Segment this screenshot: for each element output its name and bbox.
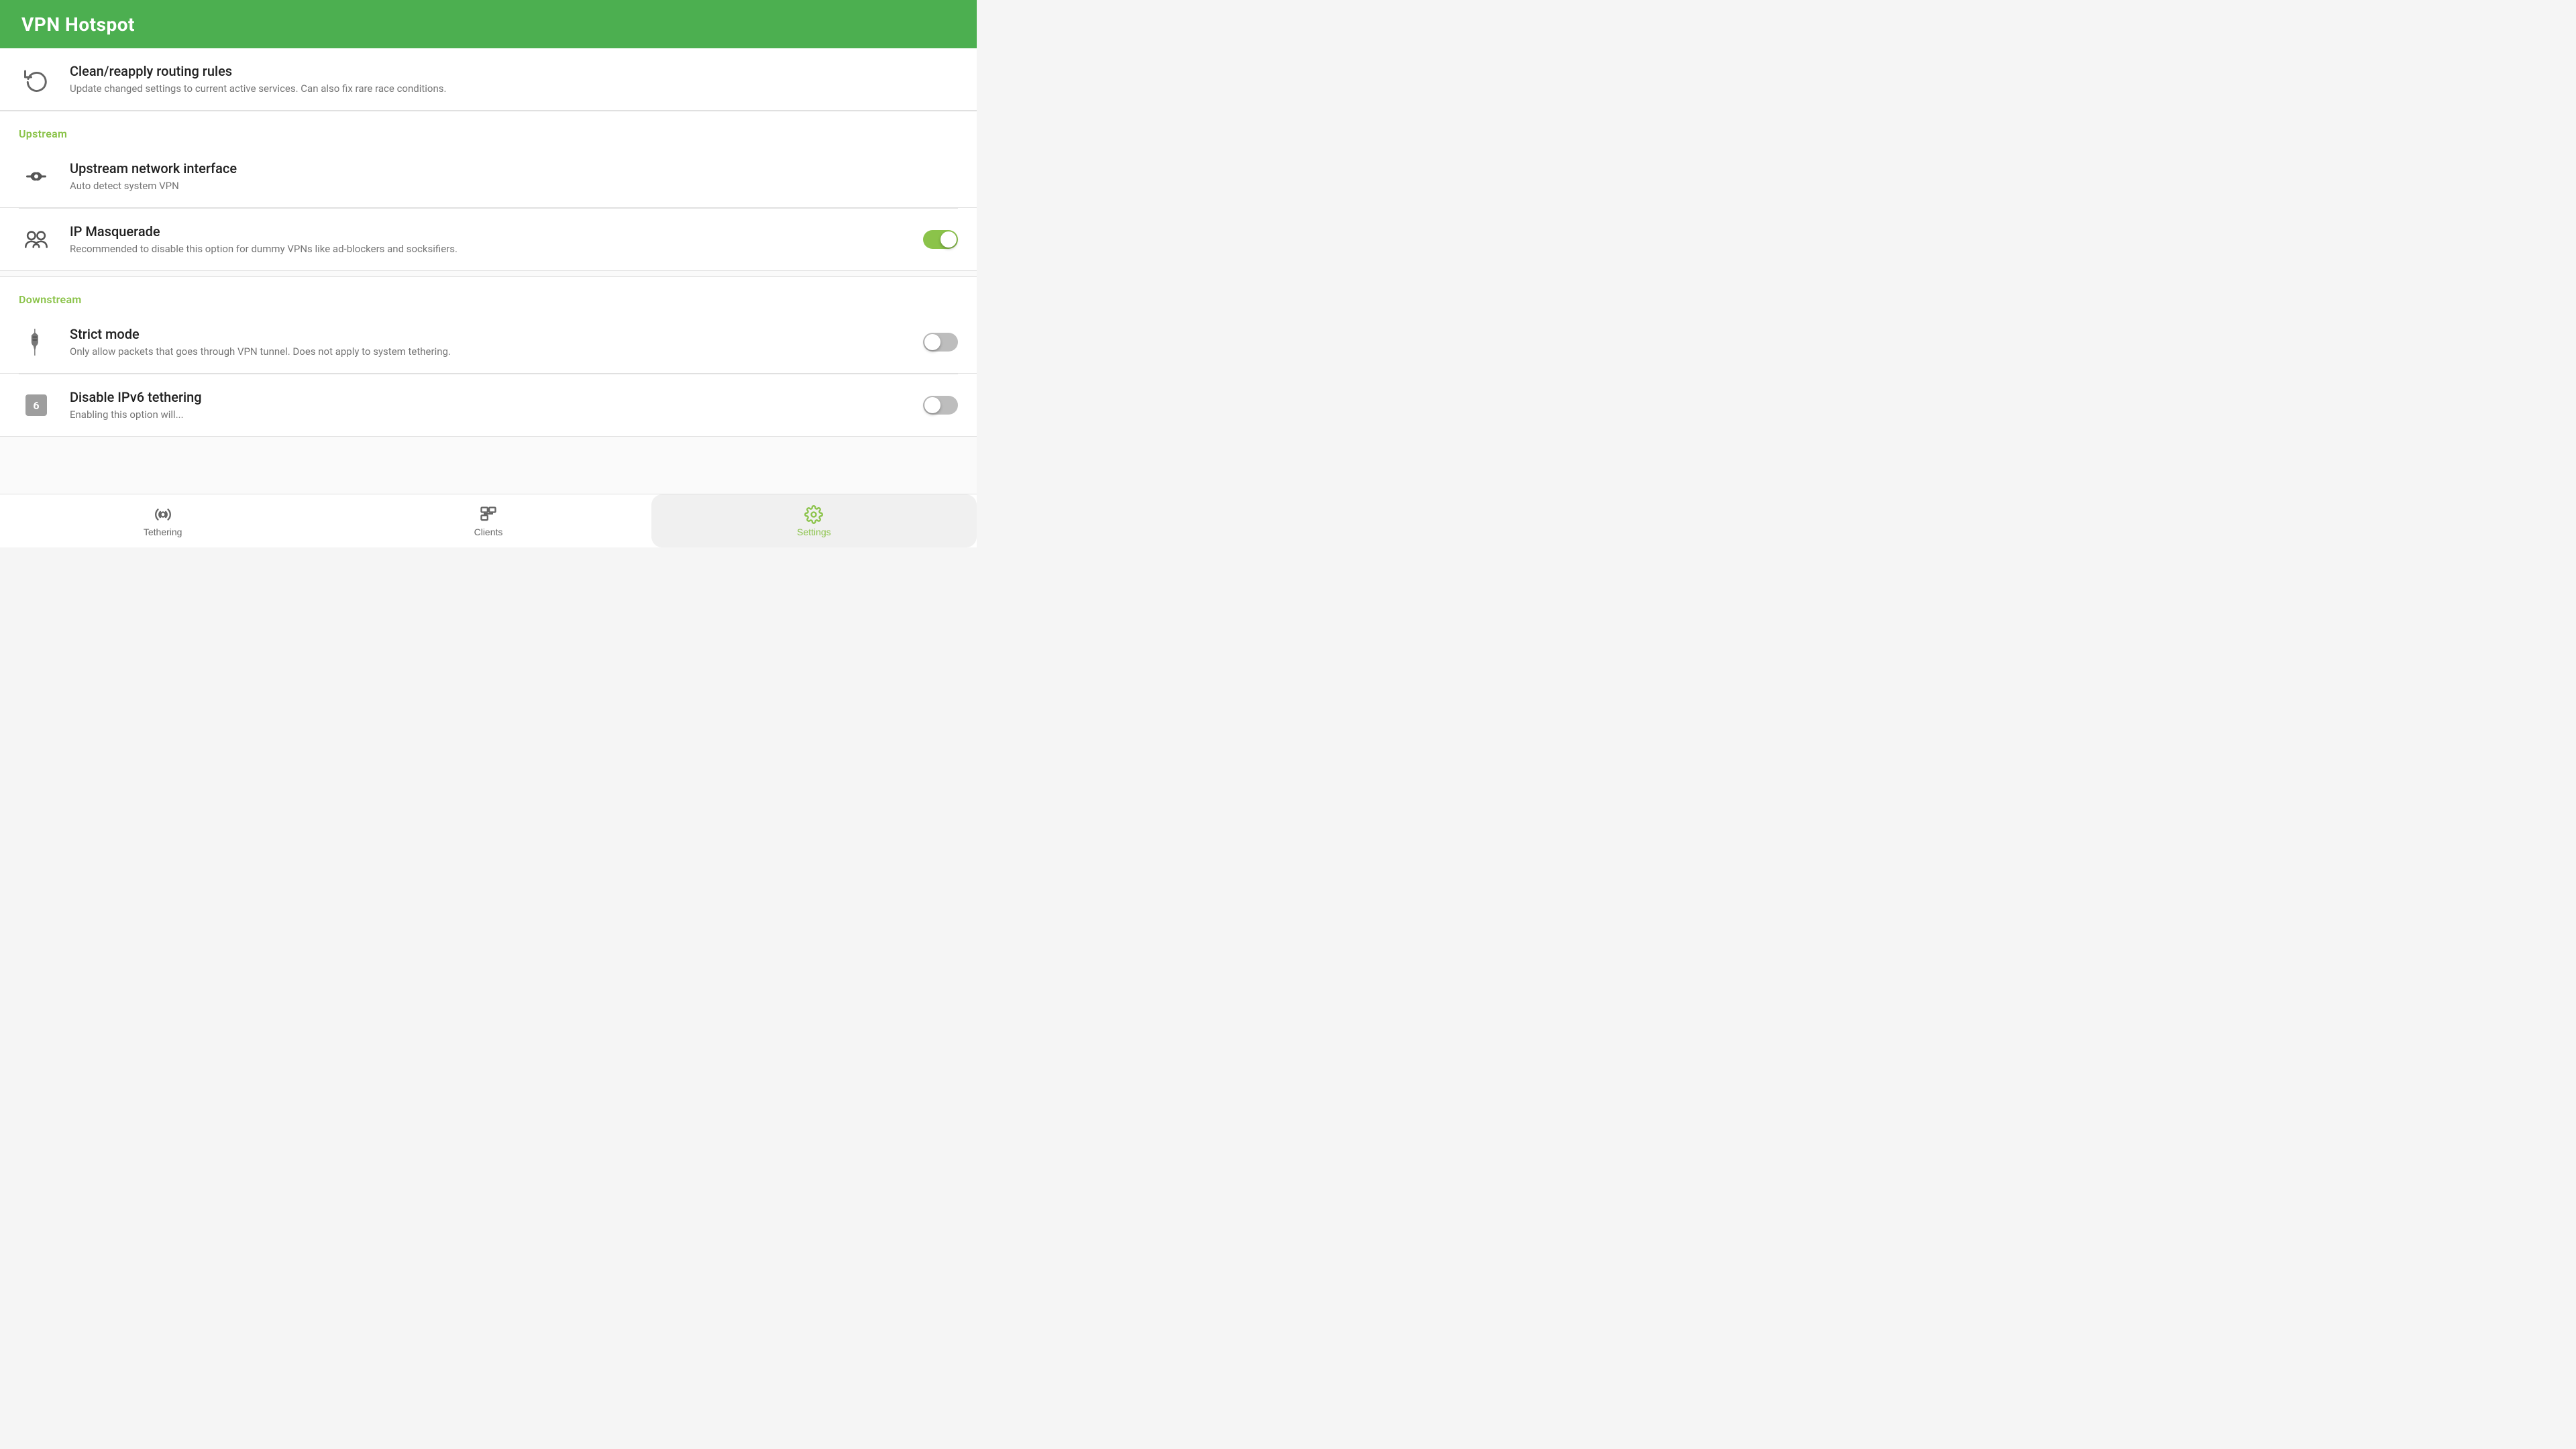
tethering-icon	[154, 505, 172, 524]
network-interface-text: Upstream network interface Auto detect s…	[70, 160, 958, 193]
ip-masquerade-toggle[interactable]	[923, 230, 958, 249]
strict-mode-subtitle: Only allow packets that goes through VPN…	[70, 345, 912, 359]
disable-ipv6-subtitle: Enabling this option will...	[70, 408, 912, 422]
disable-ipv6-item[interactable]: 6 Disable IPv6 tethering Enabling this o…	[0, 374, 977, 437]
disable-ipv6-toggle[interactable]	[923, 396, 958, 415]
upstream-network-interface-item[interactable]: Upstream network interface Auto detect s…	[0, 146, 977, 208]
upstream-section: Upstream Upstream network interface Auto…	[0, 111, 977, 271]
strict-mode-toggle-knob	[924, 334, 941, 350]
ip-masquerade-action[interactable]	[923, 230, 958, 249]
settings-label: Settings	[797, 527, 831, 537]
ip-masquerade-title: IP Masquerade	[70, 223, 912, 239]
app-bar: VPN Hotspot	[0, 0, 977, 48]
strict-mode-toggle[interactable]	[923, 333, 958, 352]
ip-masquerade-toggle-knob	[941, 231, 957, 248]
downstream-title: Downstream	[19, 293, 82, 306]
downstream-header: Downstream	[0, 277, 977, 311]
masquerade-icon	[19, 222, 54, 257]
network-interface-subtitle: Auto detect system VPN	[70, 179, 958, 193]
strict-mode-action[interactable]	[923, 333, 958, 352]
bottom-navigation: Tethering Clients Settings	[0, 494, 977, 547]
refresh-icon	[19, 62, 54, 97]
disable-ipv6-title: Disable IPv6 tethering	[70, 389, 912, 405]
app-bar-title: VPN Hotspot	[21, 13, 135, 36]
badge-6-icon: 6	[25, 394, 47, 416]
clean-reapply-title: Clean/reapply routing rules	[70, 63, 958, 79]
disable-ipv6-text: Disable IPv6 tethering Enabling this opt…	[70, 389, 912, 422]
tethering-label: Tethering	[144, 527, 182, 537]
nav-clients[interactable]: Clients	[325, 494, 651, 547]
nav-tethering[interactable]: Tethering	[0, 494, 325, 547]
nav-settings[interactable]: Settings	[651, 494, 977, 547]
ip-masquerade-text: IP Masquerade Recommended to disable thi…	[70, 223, 912, 256]
disable-ipv6-toggle-knob	[924, 397, 941, 413]
strict-mode-title: Strict mode	[70, 326, 912, 342]
clients-icon	[479, 505, 498, 524]
strict-mode-item[interactable]: Strict mode Only allow packets that goes…	[0, 311, 977, 374]
ip-masquerade-subtitle: Recommended to disable this option for d…	[70, 242, 912, 256]
main-content: Clean/reapply routing rules Update chang…	[0, 48, 977, 494]
ip-masquerade-item[interactable]: IP Masquerade Recommended to disable thi…	[0, 209, 977, 271]
disable-ipv6-icon: 6	[19, 388, 54, 423]
clients-label: Clients	[474, 527, 503, 537]
upstream-header: Upstream	[0, 111, 977, 146]
clean-reapply-item[interactable]: Clean/reapply routing rules Update chang…	[0, 48, 977, 111]
upstream-title: Upstream	[19, 127, 67, 140]
downstream-section: Downstream Strict mode Only allow packet…	[0, 277, 977, 437]
clean-reapply-text: Clean/reapply routing rules Update chang…	[70, 63, 958, 96]
strict-mode-text: Strict mode Only allow packets that goes…	[70, 326, 912, 359]
network-interface-icon	[19, 159, 54, 194]
clean-reapply-subtitle: Update changed settings to current activ…	[70, 82, 958, 96]
strict-mode-icon	[19, 325, 54, 360]
network-interface-title: Upstream network interface	[70, 160, 958, 176]
disable-ipv6-action[interactable]	[923, 396, 958, 415]
settings-icon	[804, 505, 823, 524]
